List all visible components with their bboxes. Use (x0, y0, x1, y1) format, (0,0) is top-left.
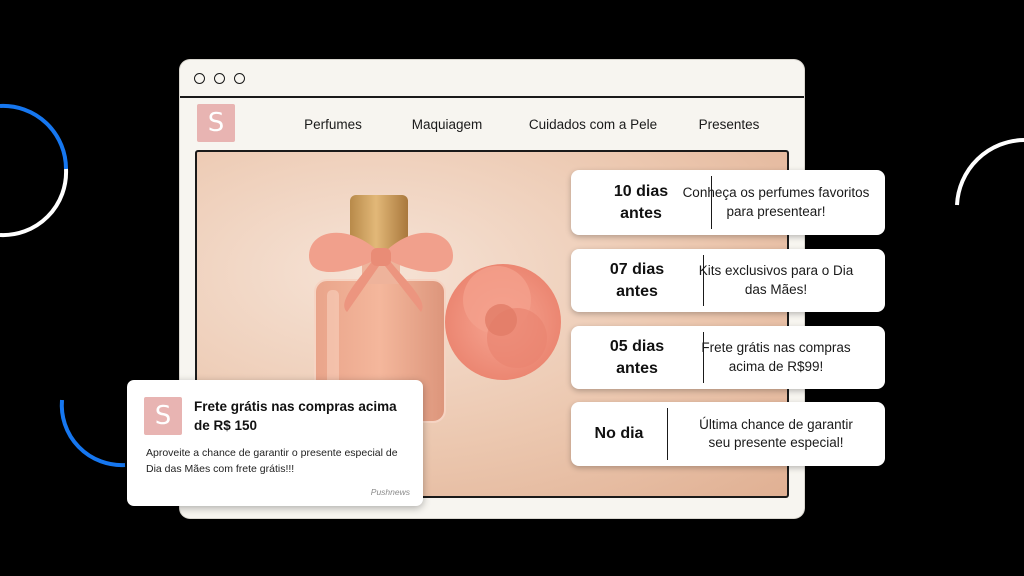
timeline-text: Conheça os perfumes favoritos para prese… (682, 185, 870, 219)
timeline-card: 10 dias antes Conheça os perfumes favori… (571, 170, 885, 235)
timeline-card: No dia Última chance de garantir seu pre… (571, 402, 885, 466)
nav-item-perfumes[interactable]: Perfumes (304, 117, 362, 132)
decorative-arc-right (955, 138, 1024, 206)
store-logo[interactable]: S (197, 104, 235, 142)
push-notification[interactable]: S Frete grátis nas compras acima de R$ 1… (127, 380, 423, 506)
nav-item-maquiagem[interactable]: Maquiagem (412, 117, 483, 132)
timeline-card: 05 dias antes Frete grátis nas compras a… (571, 326, 885, 389)
nav-item-presentes[interactable]: Presentes (699, 117, 760, 132)
browser-titlebar (180, 60, 804, 98)
timeline-when: No dia (571, 408, 668, 460)
timeline-text: Frete grátis nas compras acima de R$99! (701, 340, 851, 374)
decorative-arc-left (0, 103, 69, 238)
window-dot-icon[interactable] (234, 73, 245, 84)
notification-title: Frete grátis nas compras acima de R$ 150 (194, 399, 397, 433)
timeline-text: Kits exclusivos para o Dia das Mães! (698, 263, 854, 297)
timeline-card: 07 dias antes Kits exclusivos para o Dia… (571, 249, 885, 312)
notification-body: Aproveite a chance de garantir o present… (146, 447, 398, 475)
notification-logo: S (144, 397, 182, 435)
window-dot-icon[interactable] (214, 73, 225, 84)
window-dot-icon[interactable] (194, 73, 205, 84)
timeline-text: Última chance de garantir seu presente e… (699, 416, 853, 450)
nav-item-cuidados[interactable]: Cuidados com a Pele (529, 117, 657, 132)
notification-brand: Pushnews (370, 487, 410, 497)
